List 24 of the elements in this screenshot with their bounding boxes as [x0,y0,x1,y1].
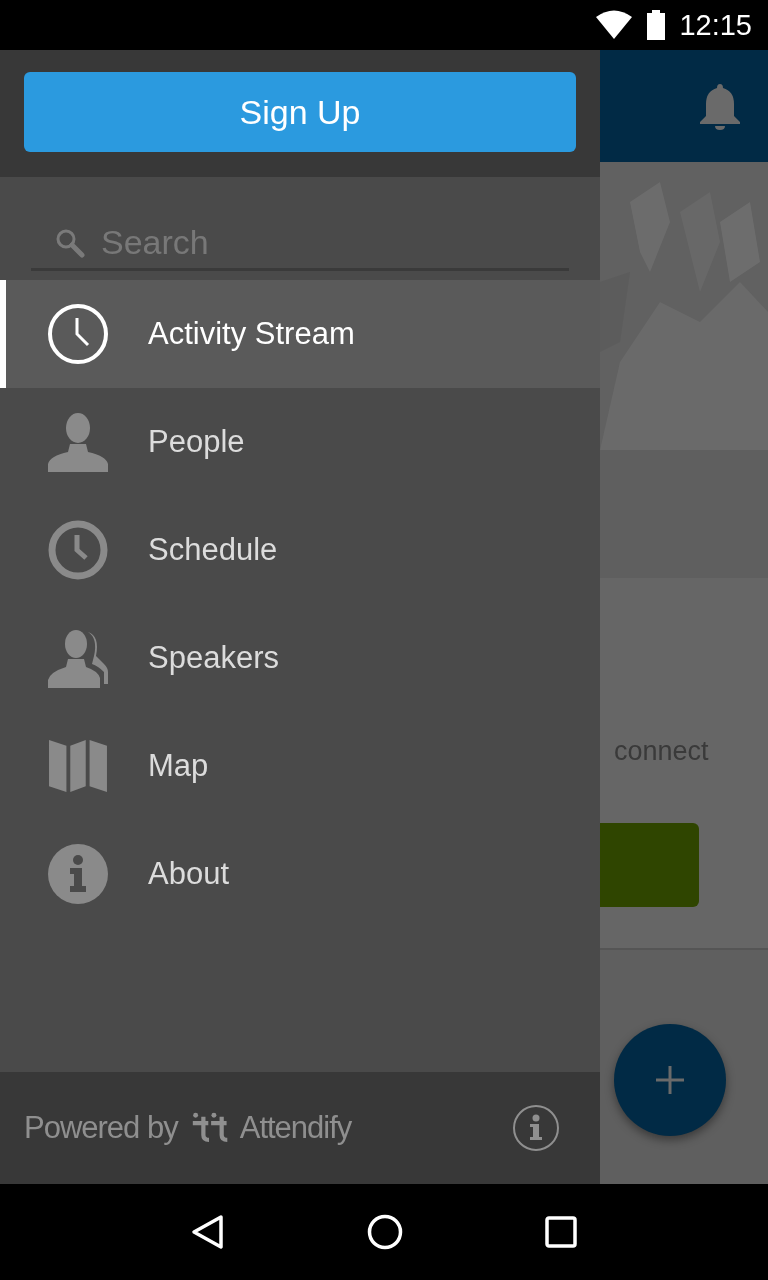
back-icon[interactable] [191,1214,225,1250]
person-icon [48,412,108,472]
battery-icon [647,10,666,40]
menu-item[interactable]: People [0,388,600,496]
people-icon [48,628,108,688]
menu-item[interactable]: Activity Stream [0,280,600,388]
brand-name: Attendify [239,1110,352,1146]
home-icon[interactable] [367,1214,403,1250]
menu-item[interactable]: About [0,820,600,928]
recents-icon[interactable] [545,1216,577,1248]
clock-time: 12:15 [679,8,752,42]
map-icon [48,738,108,794]
wifi-icon [595,10,634,40]
info-icon[interactable] [512,1104,560,1152]
info-icon [48,844,108,904]
add-button[interactable] [614,1024,726,1136]
plus-icon [656,1066,684,1094]
menu-item[interactable]: Schedule [0,496,600,604]
clock-icon [48,304,108,364]
powered-by-text: Powered by [24,1110,178,1146]
menu-item[interactable]: Map [0,712,600,820]
search-icon [55,227,85,258]
clock-icon [48,520,108,580]
menu-item[interactable]: Speakers [0,604,600,712]
